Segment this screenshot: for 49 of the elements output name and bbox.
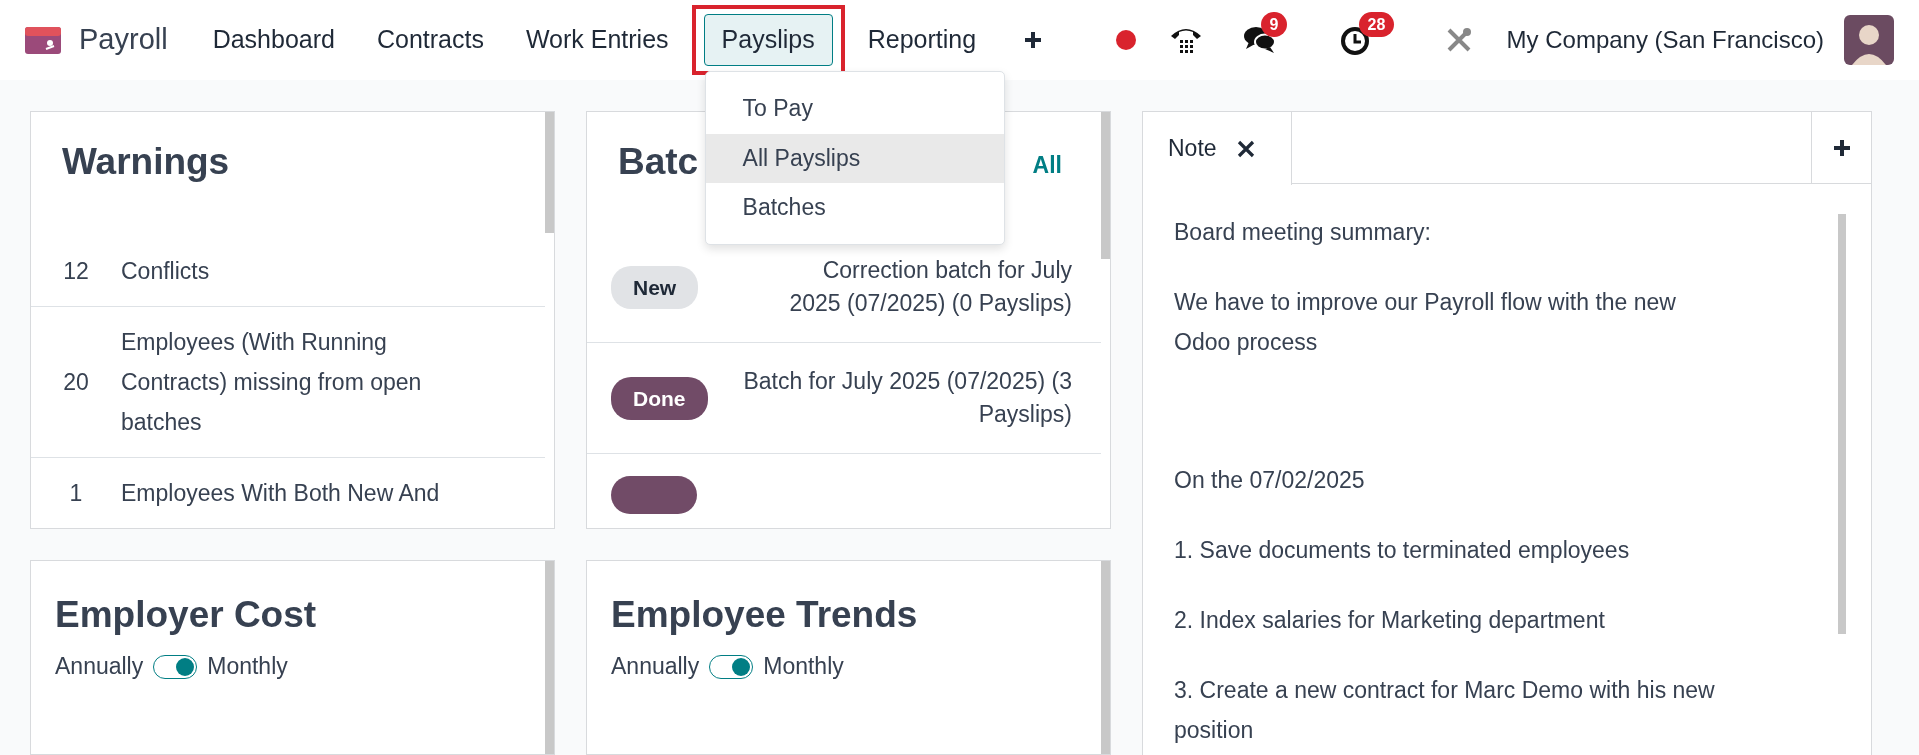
warning-link[interactable]: Conflicts [121,251,210,292]
close-icon[interactable] [1236,139,1255,158]
panel-title: Batc [618,140,699,184]
panel-title: Warnings [62,140,230,184]
menu-item[interactable]: Contracts [358,14,502,66]
warning-count: 20 [62,368,90,398]
scrollbar[interactable] [1101,561,1110,754]
counter-badge: 9 [1260,12,1288,38]
menu-item[interactable]: Work Entries [507,14,687,66]
menu-item[interactable]: Dashboard [194,14,353,66]
scrollbar[interactable] [1101,112,1110,259]
note-paragraph: 1. Save documents to terminated employees [1174,536,1631,565]
counter-badge: 28 [1358,12,1395,38]
app-logo-icon[interactable] [25,25,61,55]
toggle-label: Annually [55,652,144,682]
company-name[interactable]: My Company (San Francisco) [1506,22,1824,58]
toggle-label: Monthly [207,652,288,682]
toggle-label: Annually [611,652,700,682]
note-paragraph: Board meeting summary: [1174,218,1432,247]
note-paragraph: 3. Create a new contract for Marc Demo with his new position [1174,676,1716,745]
note-paragraph: 2. Index salaries for Marketing department [1174,606,1606,635]
panel-title: Employee Trends [611,593,918,637]
record-dot-icon[interactable] [1114,29,1137,51]
plus-icon[interactable] [1831,137,1852,158]
batch-link[interactable]: Correction batch for July 2025 (07/2025) (0 Payslips) [782,254,1072,321]
scrollbar[interactable] [545,112,554,233]
avatar[interactable] [1844,15,1894,65]
app-name: Payroll [79,22,168,58]
scrollbar[interactable] [545,561,554,754]
batch-link[interactable]: Batch for July 2025 (07/2025) (3 Payslips) [727,365,1072,432]
plus-icon[interactable] [1023,30,1044,50]
menu-item[interactable]: Reporting [849,14,995,66]
dropdown-item[interactable]: To Pay [705,84,1004,134]
see-all-link[interactable]: All [1032,147,1062,183]
warning-count: 12 [62,257,90,287]
warning-count: 1 [68,479,84,509]
status-badge: New [611,265,699,310]
status-badge: Done [611,376,708,421]
panel-title: Employer Cost [55,593,317,637]
tab-label[interactable]: Note [1168,131,1217,166]
warning-link[interactable]: Employees (With Running Contracts) missing from open batches [121,322,461,443]
dropdown-item[interactable]: Batches [705,182,1004,233]
note-paragraph: We have to improve our Payroll flow with the new Odoo process [1174,288,1677,357]
menu-item[interactable]: Payslips [703,14,833,66]
dropdown-item[interactable]: All Payslips [705,133,1004,183]
note-paragraph: On the 07/02/2025 [1174,466,1366,495]
scrollbar[interactable] [1838,214,1846,634]
warning-link[interactable]: Employees With Both New And [121,473,440,514]
toggle-label: Monthly [763,652,844,682]
